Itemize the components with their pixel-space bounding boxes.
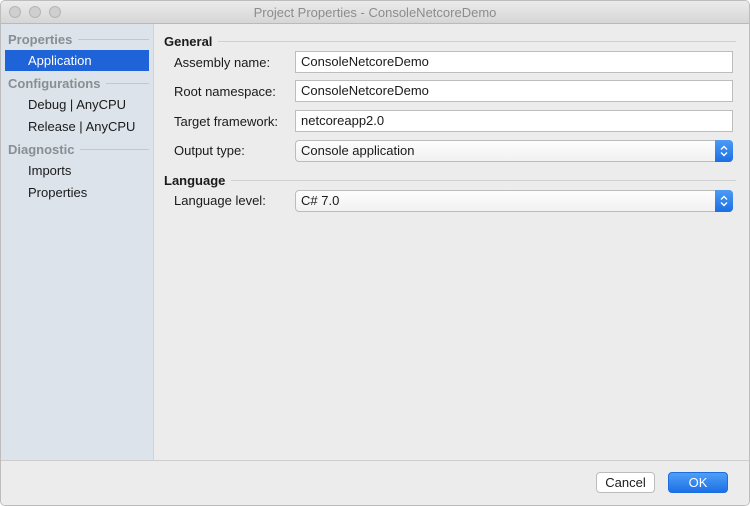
properties-panel: General Assembly name: ConsoleNetcoreDem…	[154, 24, 749, 462]
root-namespace-label: Root namespace:	[174, 84, 276, 99]
sidebar-group-properties: Properties	[8, 30, 149, 48]
section-general: General	[164, 33, 736, 49]
sidebar-item-application[interactable]: Application	[5, 50, 149, 71]
divider	[80, 148, 149, 150]
output-type-value: Console application	[301, 143, 415, 158]
sidebar-item-properties[interactable]: Properties	[5, 182, 149, 203]
section-heading: Language	[164, 172, 226, 188]
assembly-name-label: Assembly name:	[174, 55, 271, 70]
window-title: Project Properties - ConsoleNetcoreDemo	[253, 5, 497, 20]
divider	[106, 82, 149, 84]
sidebar-group-label: Configurations	[8, 75, 101, 91]
sidebar-item-imports[interactable]: Imports	[5, 160, 149, 181]
chevron-up-down-icon	[715, 190, 733, 212]
language-level-value: C# 7.0	[301, 193, 340, 208]
sidebar-group-label: Diagnostic	[8, 141, 75, 157]
chevron-up-down-icon	[715, 140, 733, 162]
project-properties-window: Project Properties - ConsoleNetcoreDemo …	[0, 0, 750, 506]
sidebar-group-configurations: Configurations	[8, 74, 149, 92]
sidebar-group-label: Properties	[8, 31, 73, 47]
dialog-footer: Cancel OK	[1, 460, 749, 505]
target-framework-input[interactable]: netcoreapp2.0	[295, 110, 733, 132]
target-framework-label: Target framework:	[174, 114, 279, 129]
cancel-button[interactable]: Cancel	[596, 472, 655, 493]
ok-button[interactable]: OK	[668, 472, 728, 493]
output-type-select[interactable]: Console application	[295, 140, 733, 162]
sidebar-group-diagnostic: Diagnostic	[8, 140, 149, 158]
divider	[218, 40, 736, 42]
divider	[231, 179, 736, 181]
root-namespace-input[interactable]: ConsoleNetcoreDemo	[295, 80, 733, 102]
sidebar-item-release-anycpu[interactable]: Release | AnyCPU	[5, 116, 149, 137]
divider	[78, 38, 149, 40]
section-language: Language	[164, 172, 736, 188]
title-bar: Project Properties - ConsoleNetcoreDemo	[1, 1, 749, 24]
sidebar-item-debug-anycpu[interactable]: Debug | AnyCPU	[5, 94, 149, 115]
language-level-select[interactable]: C# 7.0	[295, 190, 733, 212]
output-type-label: Output type:	[174, 143, 245, 158]
assembly-name-input[interactable]: ConsoleNetcoreDemo	[295, 51, 733, 73]
section-heading: General	[164, 33, 213, 49]
language-level-label: Language level:	[174, 193, 266, 208]
sidebar: Properties Application Configurations De…	[1, 24, 154, 462]
